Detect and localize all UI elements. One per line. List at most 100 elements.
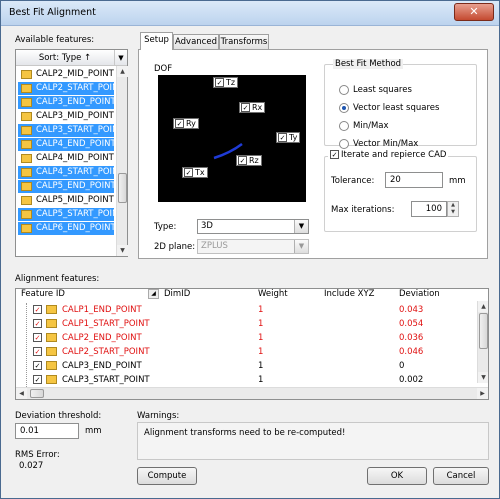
col-weight[interactable]: Weight bbox=[258, 289, 288, 299]
list-item-label: CALP5_START_POINT bbox=[36, 209, 114, 219]
deviation-cell: 0.002 bbox=[399, 375, 424, 385]
sort-header[interactable]: Sort: Type ↑ bbox=[16, 50, 115, 66]
best-fit-method-label: Best Fit Method bbox=[333, 59, 404, 69]
col-dim-id[interactable]: DimID bbox=[164, 289, 190, 299]
table-row[interactable]: ✓ CALP1_END_POINT 1 0.043 bbox=[16, 303, 476, 317]
rms-error-label: RMS Error: bbox=[15, 450, 60, 460]
list-item[interactable]: CALP4_END_POINT bbox=[18, 138, 114, 151]
chevron-down-icon[interactable]: ▼ bbox=[294, 220, 308, 233]
dof-tx-checkbox[interactable]: ✓ Tx bbox=[182, 167, 208, 178]
list-item[interactable]: CALP3_MID_POINT bbox=[18, 110, 114, 123]
scroll-down-icon[interactable]: ▼ bbox=[117, 245, 128, 256]
list-item[interactable]: CALP5_MID_POINT bbox=[18, 194, 114, 207]
list-item[interactable]: CALP5_END_POINT bbox=[18, 180, 114, 193]
tolerance-input[interactable]: 20 bbox=[385, 172, 443, 188]
list-item[interactable]: CALP4_MID_POINT bbox=[18, 152, 114, 165]
scroll-thumb[interactable] bbox=[118, 173, 127, 203]
weight-cell[interactable]: 1 bbox=[258, 359, 263, 373]
table-row[interactable]: ✓ CALP2_END_POINT 1 0.036 bbox=[16, 331, 476, 345]
weight-cell[interactable]: 1 bbox=[258, 303, 263, 317]
list-item-label: CALP3_END_POINT bbox=[36, 97, 114, 107]
dof-ry-checkbox[interactable]: ✓ Ry bbox=[173, 118, 199, 129]
iterate-group bbox=[324, 156, 477, 232]
table-row[interactable]: ✓ CALP3_START_POINT 1 0.002 bbox=[16, 373, 476, 387]
dof-tz-checkbox[interactable]: ✓ Tz bbox=[213, 77, 239, 88]
include-checkbox[interactable]: ✓ bbox=[33, 305, 42, 314]
col-deviation[interactable]: Deviation bbox=[399, 289, 440, 299]
best-fit-alignment-window: Best Fit Alignment ✕ Available features:… bbox=[0, 0, 500, 499]
deviation-threshold-unit: mm bbox=[85, 426, 102, 436]
weight-cell[interactable]: 1 bbox=[258, 317, 263, 331]
include-checkbox[interactable]: ✓ bbox=[33, 333, 42, 342]
radio-least-squares[interactable]: Least squares bbox=[339, 84, 412, 96]
spin-down-icon[interactable]: ▼ bbox=[448, 209, 458, 216]
scroll-up-icon[interactable]: ▲ bbox=[117, 66, 128, 77]
available-list-scrollbar[interactable]: ▲ ▼ bbox=[116, 66, 128, 256]
radio-label: Vector Min/Max bbox=[353, 139, 419, 149]
grid-horizontal-scrollbar[interactable]: ◀ ▶ bbox=[16, 387, 488, 399]
list-item[interactable]: CALP6_END_POINT bbox=[18, 222, 114, 235]
list-item[interactable]: CALP5_START_POINT bbox=[18, 208, 114, 221]
list-item[interactable]: CALP3_END_POINT bbox=[18, 96, 114, 109]
point-feature-icon bbox=[21, 196, 32, 205]
type-select[interactable]: 3D ▼ bbox=[197, 219, 309, 234]
tab-transforms[interactable]: Transforms bbox=[219, 34, 269, 49]
list-item[interactable]: CALP4_START_POINT bbox=[18, 166, 114, 179]
radio-vector-least-squares[interactable]: Vector least squares bbox=[339, 102, 439, 114]
list-item[interactable]: CALP3_START_POINT bbox=[18, 124, 114, 137]
dof-viewer: ✓ Tz ✓ Rx ✓ Ry ✓ Ty ✓ Rz ✓ Tx bbox=[158, 75, 306, 202]
scroll-thumb[interactable] bbox=[479, 313, 488, 349]
tab-setup[interactable]: Setup bbox=[140, 32, 173, 50]
dof-ty-checkbox[interactable]: ✓ Ty bbox=[276, 132, 301, 143]
feature-id-cell: CALP3_START_POINT bbox=[62, 375, 150, 385]
include-checkbox[interactable]: ✓ bbox=[33, 375, 42, 384]
weight-cell[interactable]: 1 bbox=[258, 345, 263, 359]
include-checkbox[interactable]: ✓ bbox=[33, 347, 42, 356]
table-row[interactable]: ✓ CALP3_END_POINT 1 0 bbox=[16, 359, 476, 373]
col-include-xyz[interactable]: Include XYZ bbox=[324, 289, 374, 299]
sort-dropdown-icon[interactable]: ▼ bbox=[115, 50, 127, 66]
cancel-button[interactable]: Cancel bbox=[433, 467, 489, 485]
scroll-down-icon[interactable]: ▼ bbox=[478, 372, 488, 383]
grid-vertical-scrollbar[interactable]: ▲ ▼ bbox=[477, 301, 488, 383]
iterate-checkbox[interactable]: ✓ Iterate and repierce CAD bbox=[328, 150, 449, 160]
scroll-left-icon[interactable]: ◀ bbox=[16, 388, 27, 399]
compute-button[interactable]: Compute bbox=[137, 467, 197, 485]
title-bar: Best Fit Alignment ✕ bbox=[1, 1, 499, 26]
type-label: Type: bbox=[154, 222, 177, 232]
weight-cell[interactable]: 1 bbox=[258, 373, 263, 387]
radio-icon[interactable] bbox=[339, 102, 349, 113]
radio-icon[interactable] bbox=[339, 84, 349, 95]
tab-advanced[interactable]: Advanced bbox=[173, 34, 219, 49]
feature-id-cell: CALP2_START_POINT bbox=[62, 347, 150, 357]
dim-icon: ◢ bbox=[148, 289, 159, 299]
dof-rz-checkbox[interactable]: ✓ Rz bbox=[236, 155, 262, 166]
table-row[interactable]: ✓ CALP2_START_POINT 1 0.046 bbox=[16, 345, 476, 359]
radio-icon[interactable] bbox=[339, 120, 349, 131]
close-button[interactable]: ✕ bbox=[454, 3, 494, 21]
available-features-list[interactable]: Sort: Type ↑ ▼ CALP2_MID_POINT CALP2_STAR… bbox=[15, 49, 128, 257]
radio-min-max[interactable]: Min/Max bbox=[339, 120, 389, 132]
list-item[interactable]: CALP2_START_POINT bbox=[18, 82, 114, 95]
ok-button[interactable]: OK bbox=[367, 467, 427, 485]
radio-vector-min-max[interactable]: Vector Min/Max bbox=[339, 138, 418, 150]
window-title: Best Fit Alignment bbox=[9, 7, 96, 18]
include-checkbox[interactable]: ✓ bbox=[33, 361, 42, 370]
scroll-up-icon[interactable]: ▲ bbox=[478, 301, 488, 312]
table-row[interactable]: ✓ CALP1_START_POINT 1 0.054 bbox=[16, 317, 476, 331]
spin-up-icon[interactable]: ▲ bbox=[448, 202, 458, 209]
warning-text: Alignment transforms need to be re-compu… bbox=[144, 428, 346, 438]
col-feature-id[interactable]: Feature ID bbox=[21, 289, 65, 299]
max-iterations-spinner[interactable]: ▲ ▼ bbox=[447, 201, 459, 217]
dof-label: DOF bbox=[154, 64, 173, 74]
dof-rx-checkbox[interactable]: ✓ Rx bbox=[239, 102, 266, 113]
radio-icon[interactable] bbox=[339, 138, 349, 149]
scroll-thumb[interactable] bbox=[30, 389, 44, 398]
scroll-right-icon[interactable]: ▶ bbox=[477, 388, 488, 399]
include-checkbox[interactable]: ✓ bbox=[33, 319, 42, 328]
weight-cell[interactable]: 1 bbox=[258, 331, 263, 345]
max-iterations-input[interactable]: 100 bbox=[411, 201, 447, 217]
list-item[interactable]: CALP2_MID_POINT bbox=[18, 68, 114, 81]
alignment-features-grid[interactable]: Feature ID ◢ DimID Weight Include XYZ De… bbox=[15, 288, 489, 400]
deviation-threshold-input[interactable]: 0.01 bbox=[15, 423, 79, 439]
